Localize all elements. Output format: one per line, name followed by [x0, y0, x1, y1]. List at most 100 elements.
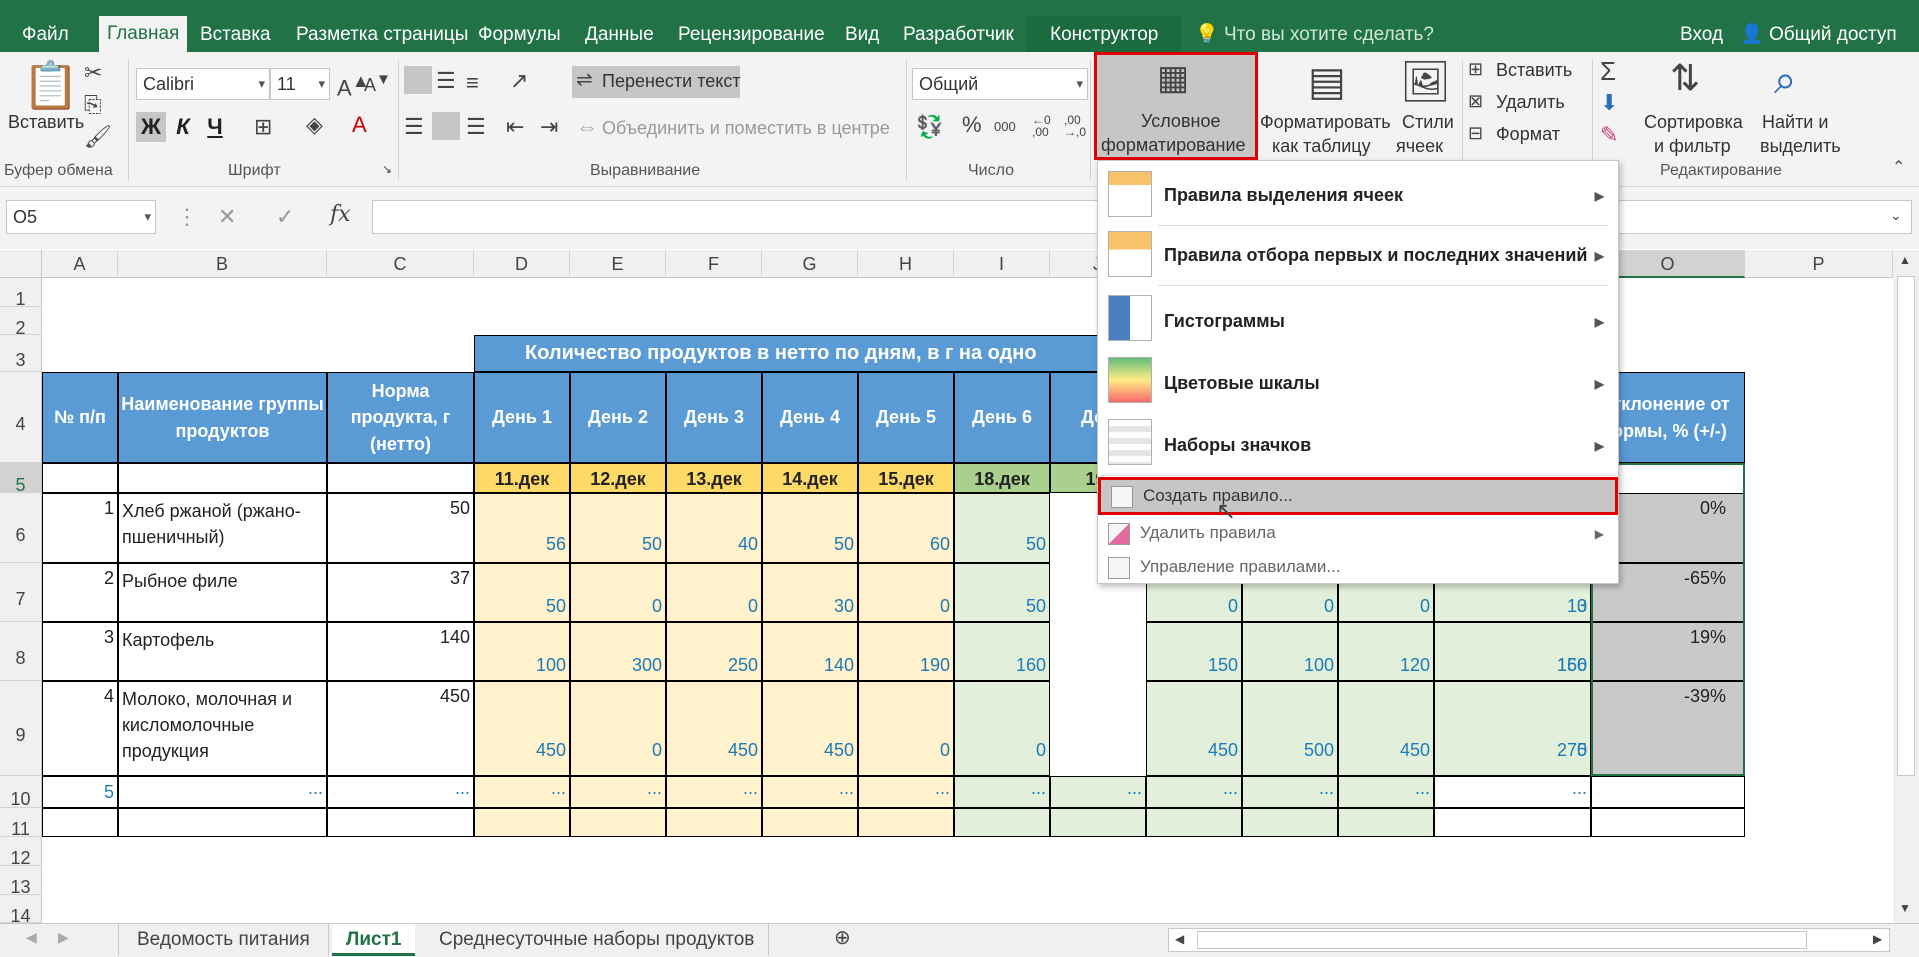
row-value[interactable]: 450: [1146, 681, 1242, 776]
cut-icon[interactable]: ✂: [84, 62, 102, 84]
row-value[interactable]: 50: [762, 493, 858, 563]
decrease-indent-icon[interactable]: ⇤: [506, 116, 524, 138]
align-middle-icon[interactable]: ☰: [436, 70, 456, 92]
delete-cells-button[interactable]: Удалить: [1496, 92, 1565, 113]
column-header-e[interactable]: E: [570, 250, 666, 278]
sort-filter-button[interactable]: Сортировка: [1644, 112, 1743, 133]
menu-new-rule[interactable]: Создать правило...: [1098, 477, 1618, 515]
row10-num[interactable]: 5: [42, 776, 118, 808]
vertical-scrollbar[interactable]: ▲ ▼: [1893, 250, 1919, 923]
tab-view[interactable]: Вид: [845, 0, 879, 52]
row-name[interactable]: Хлеб ржаной (ржано-пшеничный): [118, 493, 327, 563]
row-value[interactable]: 0: [858, 563, 954, 622]
tab-developer[interactable]: Разработчик: [903, 0, 1014, 52]
row-norm[interactable]: 37: [327, 563, 474, 622]
row11-cell[interactable]: [570, 808, 666, 837]
date-empty[interactable]: [42, 463, 118, 493]
tab-insert[interactable]: Вставка: [200, 0, 271, 52]
tab-data[interactable]: Данные: [585, 0, 654, 52]
tab-file[interactable]: Файл: [22, 0, 69, 52]
row-average[interactable]: 275: [1434, 681, 1591, 776]
column-header-i[interactable]: I: [954, 250, 1050, 278]
row-header-6[interactable]: 6: [0, 493, 42, 563]
row10-ellipsis[interactable]: ...: [666, 776, 762, 808]
row-value[interactable]: 250: [666, 622, 762, 681]
tab-design[interactable]: Конструктор: [1050, 0, 1158, 52]
scroll-right-icon[interactable]: ▶: [1873, 933, 1882, 945]
delete-cells-icon[interactable]: ⊠: [1468, 92, 1483, 110]
row-value[interactable]: 40: [666, 493, 762, 563]
row-norm[interactable]: 50: [327, 493, 474, 563]
tell-me-search[interactable]: 💡 Что вы хотите сделать?: [1195, 0, 1434, 52]
header-name[interactable]: Наименование группы продуктов: [118, 372, 327, 463]
align-center-button[interactable]: [432, 112, 460, 140]
font-size-select[interactable]: 11: [270, 68, 330, 100]
number-format-select[interactable]: Общий: [912, 68, 1088, 100]
sort-filter-icon[interactable]: ⇅: [1670, 60, 1700, 96]
align-bottom-icon[interactable]: ≡: [466, 72, 479, 94]
font-color-icon[interactable]: A: [352, 114, 367, 136]
row10-ellipsis[interactable]: ...: [954, 776, 1050, 808]
menu-highlight-cells-rules[interactable]: Правила выделения ячеек ▶: [1098, 167, 1618, 223]
row-value[interactable]: 50: [954, 563, 1050, 622]
row-value[interactable]: 0: [570, 681, 666, 776]
row-header-14[interactable]: 14: [0, 895, 42, 926]
increase-indent-icon[interactable]: ⇥: [540, 116, 558, 138]
sheet-tab-vedomost[interactable]: Ведомость питания: [118, 924, 329, 956]
row-header-13[interactable]: 13: [0, 866, 42, 897]
header-num[interactable]: № п/п: [42, 372, 118, 463]
row-num[interactable]: 2: [42, 563, 118, 622]
select-all-corner[interactable]: [0, 250, 42, 278]
header-day-5[interactable]: День 5: [858, 372, 954, 463]
find-select-button[interactable]: Найти и: [1762, 112, 1828, 133]
row-value[interactable]: 50: [570, 493, 666, 563]
collapse-ribbon-icon[interactable]: ⌃: [1892, 160, 1905, 176]
row-value[interactable]: 30: [762, 563, 858, 622]
column-header-d[interactable]: D: [474, 250, 570, 278]
add-sheet-icon[interactable]: ⊕: [834, 928, 851, 948]
row-value[interactable]: 300: [570, 622, 666, 681]
enter-icon[interactable]: ✓: [276, 206, 294, 228]
row-value[interactable]: 120: [1338, 622, 1434, 681]
row11-cell[interactable]: [1591, 808, 1745, 837]
row10-ellipsis[interactable]: ...: [474, 776, 570, 808]
row11-cell[interactable]: [762, 808, 858, 837]
header-norm[interactable]: Норма продукта, г (нетто): [327, 372, 474, 463]
row10-ellipsis[interactable]: ...: [1434, 776, 1591, 808]
vertical-scroll-thumb[interactable]: [1897, 276, 1915, 776]
fill-icon[interactable]: ⬇: [1600, 92, 1618, 114]
column-header-a[interactable]: A: [42, 250, 118, 278]
dialog-launcher-icon[interactable]: ↘: [382, 163, 392, 175]
row-header-10[interactable]: 10: [0, 776, 42, 809]
insert-cells-icon[interactable]: ⊞: [1468, 60, 1483, 78]
header-day-3[interactable]: День 3: [666, 372, 762, 463]
row-value[interactable]: 100: [474, 622, 570, 681]
currency-icon[interactable]: 💱: [916, 116, 943, 138]
row-header-7[interactable]: 7: [0, 563, 42, 622]
row-num[interactable]: 1: [42, 493, 118, 563]
row-value[interactable]: 450: [762, 681, 858, 776]
sheet-tab-list1[interactable]: Лист1: [332, 924, 416, 956]
copy-icon[interactable]: ⎘: [84, 94, 102, 116]
column-header-h[interactable]: H: [858, 250, 954, 278]
row11-cell[interactable]: [1242, 808, 1338, 837]
expand-formula-icon[interactable]: ⌄: [1890, 208, 1902, 222]
row-value[interactable]: 100: [1242, 622, 1338, 681]
align-right-icon[interactable]: ☰: [466, 116, 486, 138]
shrink-font-icon[interactable]: A▼: [364, 72, 391, 94]
paste-button-label[interactable]: Вставить: [8, 112, 84, 133]
date-4[interactable]: 14.дек: [762, 463, 858, 493]
header-day-4[interactable]: День 4: [762, 372, 858, 463]
row-num[interactable]: 3: [42, 622, 118, 681]
menu-manage-rules[interactable]: Управление правилами...: [1098, 551, 1618, 585]
orientation-icon[interactable]: ↗: [510, 70, 528, 92]
row-header-9[interactable]: 9: [0, 681, 42, 776]
menu-data-bars[interactable]: Гистограммы ▶: [1098, 289, 1618, 349]
row-value[interactable]: 0: [666, 563, 762, 622]
thousands-button[interactable]: 000: [994, 120, 1016, 133]
paste-icon[interactable]: 📋: [22, 62, 79, 108]
tab-page-layout[interactable]: Разметка страницы: [296, 0, 468, 52]
row-value[interactable]: 450: [666, 681, 762, 776]
row-value[interactable]: 50: [954, 493, 1050, 563]
row-header-8[interactable]: 8: [0, 622, 42, 681]
